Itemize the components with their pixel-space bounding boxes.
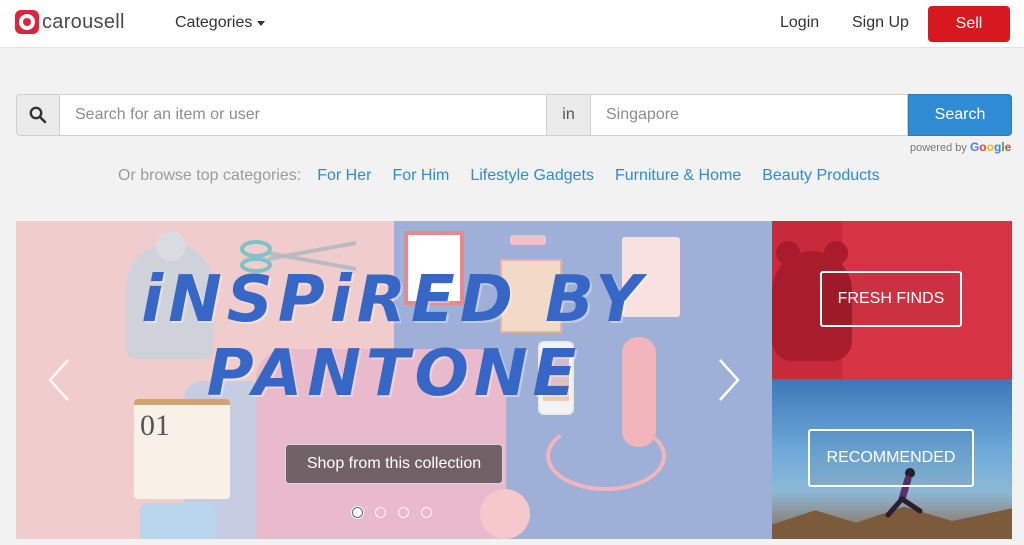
powered-by-google: powered by Google bbox=[910, 140, 1011, 154]
carousell-logo-icon bbox=[15, 10, 39, 34]
chevron-left-icon[interactable] bbox=[46, 357, 72, 403]
logo-text: carousell bbox=[42, 10, 125, 33]
in-label: in bbox=[547, 94, 590, 136]
category-link-beauty-products[interactable]: Beauty Products bbox=[762, 167, 879, 185]
carousel-dot[interactable] bbox=[421, 507, 432, 518]
top-navbar: carousell Categories Login Sign Up Sell bbox=[0, 0, 1024, 48]
search-bar: in Search bbox=[16, 94, 1012, 136]
shop-collection-button[interactable]: Shop from this collection bbox=[285, 444, 503, 484]
login-link[interactable]: Login bbox=[780, 14, 819, 32]
hero-title-line-1: iNSPiRED BY bbox=[141, 263, 647, 337]
fresh-finds-tile[interactable]: FRESH FINDS bbox=[772, 221, 1012, 379]
categories-label: Categories bbox=[175, 14, 253, 31]
search-icon-addon bbox=[16, 94, 59, 136]
carousell-logo[interactable]: carousell bbox=[15, 10, 125, 34]
fresh-finds-label[interactable]: FRESH FINDS bbox=[820, 271, 962, 327]
hero-title: iNSPiRED BY PANTONE bbox=[16, 263, 772, 411]
calendar-number: 01 bbox=[140, 409, 170, 442]
google-letter: G bbox=[969, 140, 980, 154]
yarn-ball-image bbox=[480, 489, 530, 539]
recommended-label[interactable]: RECOMMENDED bbox=[808, 429, 974, 487]
google-letter: e bbox=[1004, 140, 1012, 154]
category-link-furniture-home[interactable]: Furniture & Home bbox=[615, 167, 741, 185]
search-button[interactable]: Search bbox=[908, 94, 1012, 136]
calendar-image: 01 bbox=[134, 399, 230, 499]
category-link-lifestyle-gadgets[interactable]: Lifestyle Gadgets bbox=[470, 167, 594, 185]
hero-title-line-2: PANTONE bbox=[206, 337, 582, 411]
pompom-image bbox=[156, 231, 186, 261]
powered-by-text: powered by bbox=[910, 142, 967, 154]
hero-carousel[interactable]: 01 iNSPiRED BY PANTONE Shop from this co… bbox=[16, 221, 772, 539]
google-wordmark: Google bbox=[970, 140, 1011, 154]
lipstick-image bbox=[510, 235, 546, 245]
google-letter: o bbox=[986, 140, 994, 154]
carousel-indicators bbox=[352, 507, 444, 518]
location-input[interactable] bbox=[590, 94, 908, 136]
browse-label: Or browse top categories: bbox=[118, 167, 302, 184]
category-link-for-him[interactable]: For Him bbox=[392, 167, 449, 185]
carousel-dot[interactable] bbox=[375, 507, 386, 518]
search-input[interactable] bbox=[59, 94, 547, 136]
category-link-for-her[interactable]: For Her bbox=[317, 167, 371, 185]
categories-dropdown[interactable]: Categories bbox=[175, 14, 266, 32]
google-letter: o bbox=[979, 140, 987, 154]
carousel-dot[interactable] bbox=[352, 507, 363, 518]
sell-button[interactable]: Sell bbox=[928, 6, 1010, 42]
chevron-right-icon[interactable] bbox=[716, 357, 742, 403]
caret-down-icon bbox=[257, 20, 266, 26]
recommended-tile[interactable]: RECOMMENDED bbox=[772, 379, 1012, 539]
search-icon bbox=[29, 106, 47, 124]
socks-image bbox=[140, 503, 216, 539]
browse-categories: Or browse top categories: For Her For Hi… bbox=[118, 167, 901, 185]
carousel-dot[interactable] bbox=[398, 507, 409, 518]
signup-link[interactable]: Sign Up bbox=[852, 14, 909, 32]
